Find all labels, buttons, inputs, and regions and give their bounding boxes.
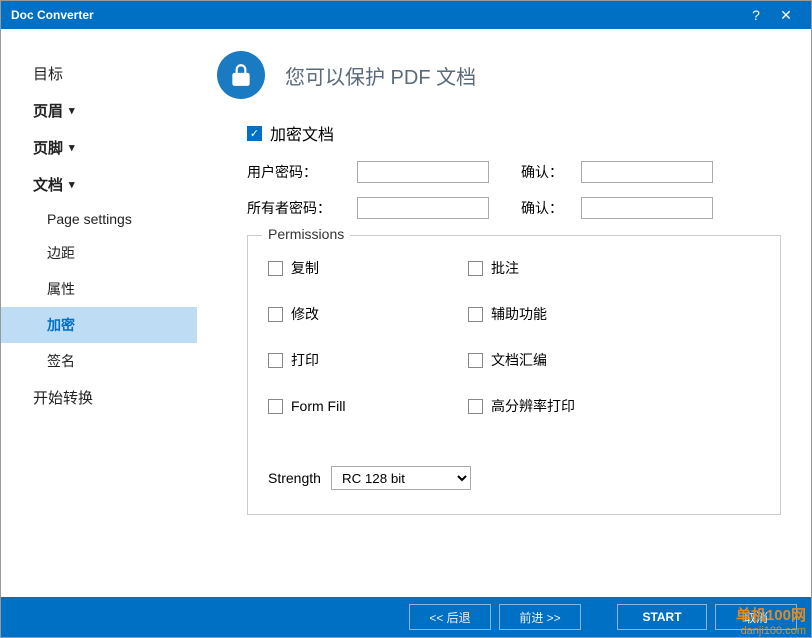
help-button[interactable]: ? bbox=[741, 7, 771, 23]
page-title: 您可以保护 PDF 文档 bbox=[285, 61, 476, 90]
chevron-down-icon: ▾ bbox=[69, 141, 75, 154]
sidebar-sub-signature[interactable]: 签名 bbox=[1, 343, 197, 379]
sidebar-sub-margins[interactable]: 边距 bbox=[1, 235, 197, 271]
chevron-down-icon: ▾ bbox=[69, 104, 75, 117]
lock-icon bbox=[217, 51, 265, 99]
perm-copy[interactable]: 复制 bbox=[268, 258, 468, 278]
strength-label: Strength bbox=[268, 470, 321, 486]
owner-password-confirm-label: 确认： bbox=[521, 198, 581, 218]
owner-password-confirm-input[interactable] bbox=[581, 197, 713, 219]
sidebar-item-footer[interactable]: 页脚▾ bbox=[1, 129, 197, 166]
next-button[interactable]: 前进 >> bbox=[499, 604, 581, 630]
user-password-input[interactable] bbox=[357, 161, 489, 183]
perm-print[interactable]: 打印 bbox=[268, 350, 468, 370]
start-button[interactable]: START bbox=[617, 604, 707, 630]
close-button[interactable]: ✕ bbox=[771, 7, 801, 24]
perm-assembly[interactable]: 文档汇编 bbox=[468, 350, 668, 370]
owner-password-label: 所有者密码： bbox=[247, 198, 357, 218]
titlebar: Doc Converter ? ✕ bbox=[1, 1, 811, 29]
sidebar-sub-page-settings[interactable]: Page settings bbox=[1, 203, 197, 235]
content-panel: 您可以保护 PDF 文档 ✓ 加密文档 用户密码： 确认： 所有者密码： 确认：… bbox=[197, 29, 811, 597]
permissions-legend: Permissions bbox=[262, 226, 350, 242]
cancel-button[interactable]: 取消 bbox=[715, 604, 797, 630]
sidebar-sub-properties[interactable]: 属性 bbox=[1, 271, 197, 307]
sidebar-item-document[interactable]: 文档▾ bbox=[1, 166, 197, 203]
footer-bar: << 后退 前进 >> START 取消 单机100网 danji100.com bbox=[1, 597, 811, 637]
user-password-confirm-input[interactable] bbox=[581, 161, 713, 183]
perm-hires-print[interactable]: 高分辨率打印 bbox=[468, 396, 668, 416]
back-button[interactable]: << 后退 bbox=[409, 604, 491, 630]
perm-form-fill[interactable]: Form Fill bbox=[268, 396, 468, 416]
perm-accessibility[interactable]: 辅助功能 bbox=[468, 304, 668, 324]
perm-annotate[interactable]: 批注 bbox=[468, 258, 668, 278]
window-title: Doc Converter bbox=[11, 8, 741, 22]
sidebar: 目标 页眉▾ 页脚▾ 文档▾ Page settings 边距 属性 加密 签名… bbox=[1, 29, 197, 597]
page-header: 您可以保护 PDF 文档 bbox=[217, 51, 781, 99]
sidebar-sub-encrypt[interactable]: 加密 bbox=[1, 307, 197, 343]
user-password-label: 用户密码： bbox=[247, 162, 357, 182]
chevron-down-icon: ▾ bbox=[69, 178, 75, 191]
user-password-confirm-label: 确认： bbox=[521, 162, 581, 182]
main-area: 目标 页眉▾ 页脚▾ 文档▾ Page settings 边距 属性 加密 签名… bbox=[1, 29, 811, 597]
permissions-fieldset: Permissions 复制 批注 修改 辅助功能 打印 文档汇编 Form F… bbox=[247, 235, 781, 515]
sidebar-item-start-convert[interactable]: 开始转换 bbox=[1, 379, 197, 416]
encrypt-doc-checkbox[interactable]: ✓ 加密文档 bbox=[247, 121, 781, 145]
strength-select[interactable]: RC 128 bit bbox=[331, 466, 471, 490]
owner-password-input[interactable] bbox=[357, 197, 489, 219]
perm-modify[interactable]: 修改 bbox=[268, 304, 468, 324]
sidebar-item-header[interactable]: 页眉▾ bbox=[1, 92, 197, 129]
check-icon: ✓ bbox=[247, 126, 262, 141]
sidebar-item-target[interactable]: 目标 bbox=[1, 55, 197, 92]
